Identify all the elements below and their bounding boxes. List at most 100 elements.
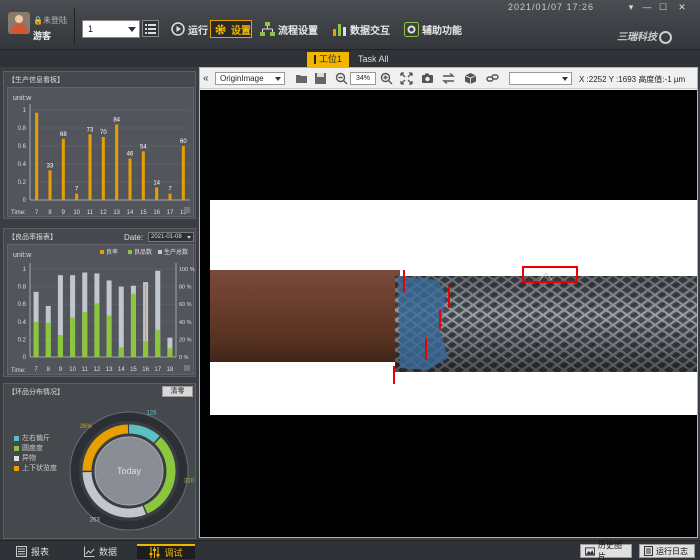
menu-icon[interactable]: ▾ — [624, 1, 638, 13]
run-log-button[interactable]: 运行日志 — [639, 544, 695, 558]
bar-good — [130, 293, 136, 357]
history-images-button[interactable]: 历史图片 — [580, 541, 632, 560]
flow-settings-button[interactable]: 流程设置 — [260, 20, 318, 38]
login-status[interactable]: 🔒未登陆 — [33, 15, 67, 26]
panel-title: 【环品分布情况】 — [8, 389, 64, 396]
y-tick-label: 0.6 — [18, 302, 27, 308]
minimize-icon[interactable]: — — [640, 1, 654, 13]
camera-icon[interactable] — [421, 72, 434, 85]
clear-button[interactable]: 清零 — [162, 386, 193, 397]
open-folder-icon[interactable] — [295, 72, 308, 85]
fit-screen-icon[interactable] — [400, 72, 413, 85]
tab-report[interactable]: 报表 — [16, 544, 49, 559]
image-type-select[interactable]: OriginImage — [215, 72, 285, 85]
data-label: 70 — [100, 130, 107, 136]
chevron-down-icon — [562, 77, 568, 81]
x-tick-label: 13 — [106, 367, 113, 373]
y-tick-label: 0.8 — [18, 285, 27, 291]
y2-tick-label: 40 % — [179, 320, 192, 326]
legend-swatch — [14, 445, 19, 451]
save-icon[interactable] — [314, 72, 327, 85]
list-button[interactable] — [142, 20, 159, 37]
zoom-in-icon[interactable] — [380, 72, 393, 85]
time-label: Time: — [11, 210, 26, 216]
swap-icon[interactable] — [442, 72, 455, 85]
zoom-field[interactable]: 34% — [350, 72, 376, 85]
zoom-out-icon[interactable] — [335, 72, 348, 85]
bar-good — [45, 322, 51, 357]
data-label: 46 — [127, 152, 134, 158]
sliders-icon — [149, 547, 160, 558]
legend-swatch — [158, 250, 162, 254]
run-button[interactable]: 运行 — [170, 20, 208, 38]
tab-station-1[interactable]: 工位1 — [307, 52, 349, 67]
cube-icon[interactable] — [464, 72, 477, 85]
inspection-image[interactable] — [200, 90, 697, 537]
bar — [115, 124, 119, 200]
bar-good — [94, 303, 100, 357]
tab-data[interactable]: 数据 — [84, 544, 117, 559]
settings-button[interactable]: 设置 — [210, 20, 252, 38]
bar-chart-icon — [332, 22, 347, 37]
tab-debug[interactable]: 调试 — [137, 544, 195, 559]
bar — [48, 170, 52, 200]
x-tick-label: 9 — [59, 367, 63, 373]
x-tick-label: 15 — [130, 367, 137, 373]
slice-label: 26% — [80, 424, 93, 430]
unit-label: unit:w — [13, 252, 32, 259]
link-icon[interactable] — [486, 72, 499, 85]
y2-tick-label: 60 % — [179, 302, 192, 308]
top-bar: 🔒未登陆 游客 1 运行 设置 流程设置 数据交互 辅助功能 2021/01/0… — [0, 0, 700, 50]
cable-image — [200, 90, 697, 537]
date-label: Date: — [124, 233, 144, 242]
chevron-down-icon — [275, 77, 281, 81]
y-tick-label: 0 — [23, 355, 27, 361]
x-tick-label: 18 — [167, 367, 174, 373]
x-tick-label: 7 — [35, 210, 39, 216]
legend-label: 生产总数 — [164, 248, 188, 256]
collapse-panel-icon[interactable]: « — [203, 73, 209, 84]
bar — [155, 187, 159, 200]
x-tick-label: 16 — [153, 210, 160, 216]
document-icon — [644, 546, 653, 556]
legend-label: 良品数 — [134, 248, 152, 256]
data-label: 73 — [87, 127, 94, 133]
legend-swatch — [128, 250, 132, 254]
maximize-icon[interactable]: ☐ — [656, 1, 670, 13]
display-select[interactable] — [509, 72, 572, 85]
close-icon[interactable]: ✕ — [672, 1, 692, 13]
user-avatar[interactable] — [8, 12, 30, 34]
defect-donut-chart: 128 320 263 26% Today — [69, 410, 194, 531]
x-tick-label: 13 — [113, 210, 120, 216]
data-label: 7 — [75, 187, 79, 193]
legend-swatch — [14, 435, 19, 441]
data-exchange-button[interactable]: 数据交互 — [332, 20, 390, 38]
panel-title: 【生产信息看板】 — [8, 77, 64, 84]
legend-swatch — [14, 465, 19, 471]
chevron-down-icon — [187, 236, 191, 239]
measure-mark — [425, 338, 427, 360]
bar-good — [167, 348, 173, 357]
x-tick-label: 9 — [62, 210, 66, 216]
x-tick-label: 12 — [100, 210, 107, 216]
data-label: 60 — [180, 139, 187, 145]
bar-good — [155, 329, 161, 357]
unit-label: unit:w — [13, 95, 32, 102]
datetime: 2021/01/07 17:26 — [508, 2, 595, 12]
x-tick-label: 10 — [73, 210, 80, 216]
date-picker[interactable]: 2021-01-08 — [148, 232, 194, 242]
chevron-down-icon — [128, 27, 136, 32]
viewer-toolbar: « OriginImage 34% X :2252 Y :1693 高度值:-1… — [200, 68, 697, 89]
legend-label: 上下状览度 — [22, 465, 57, 472]
station-select[interactable]: 1 — [82, 20, 140, 38]
x-tick-label: 14 — [118, 367, 125, 373]
scroll-right-icon — [184, 207, 190, 213]
report-icon — [16, 546, 27, 557]
y-tick-label: 0.2 — [18, 180, 27, 186]
aux-functions-button[interactable]: 辅助功能 — [404, 20, 462, 38]
x-tick-label: 12 — [94, 367, 101, 373]
tab-task-all[interactable]: Task All — [358, 54, 389, 64]
data-label: 14 — [153, 180, 160, 186]
x-tick-label: 8 — [47, 367, 51, 373]
panel-title: 【良品率报表】 — [8, 234, 57, 241]
